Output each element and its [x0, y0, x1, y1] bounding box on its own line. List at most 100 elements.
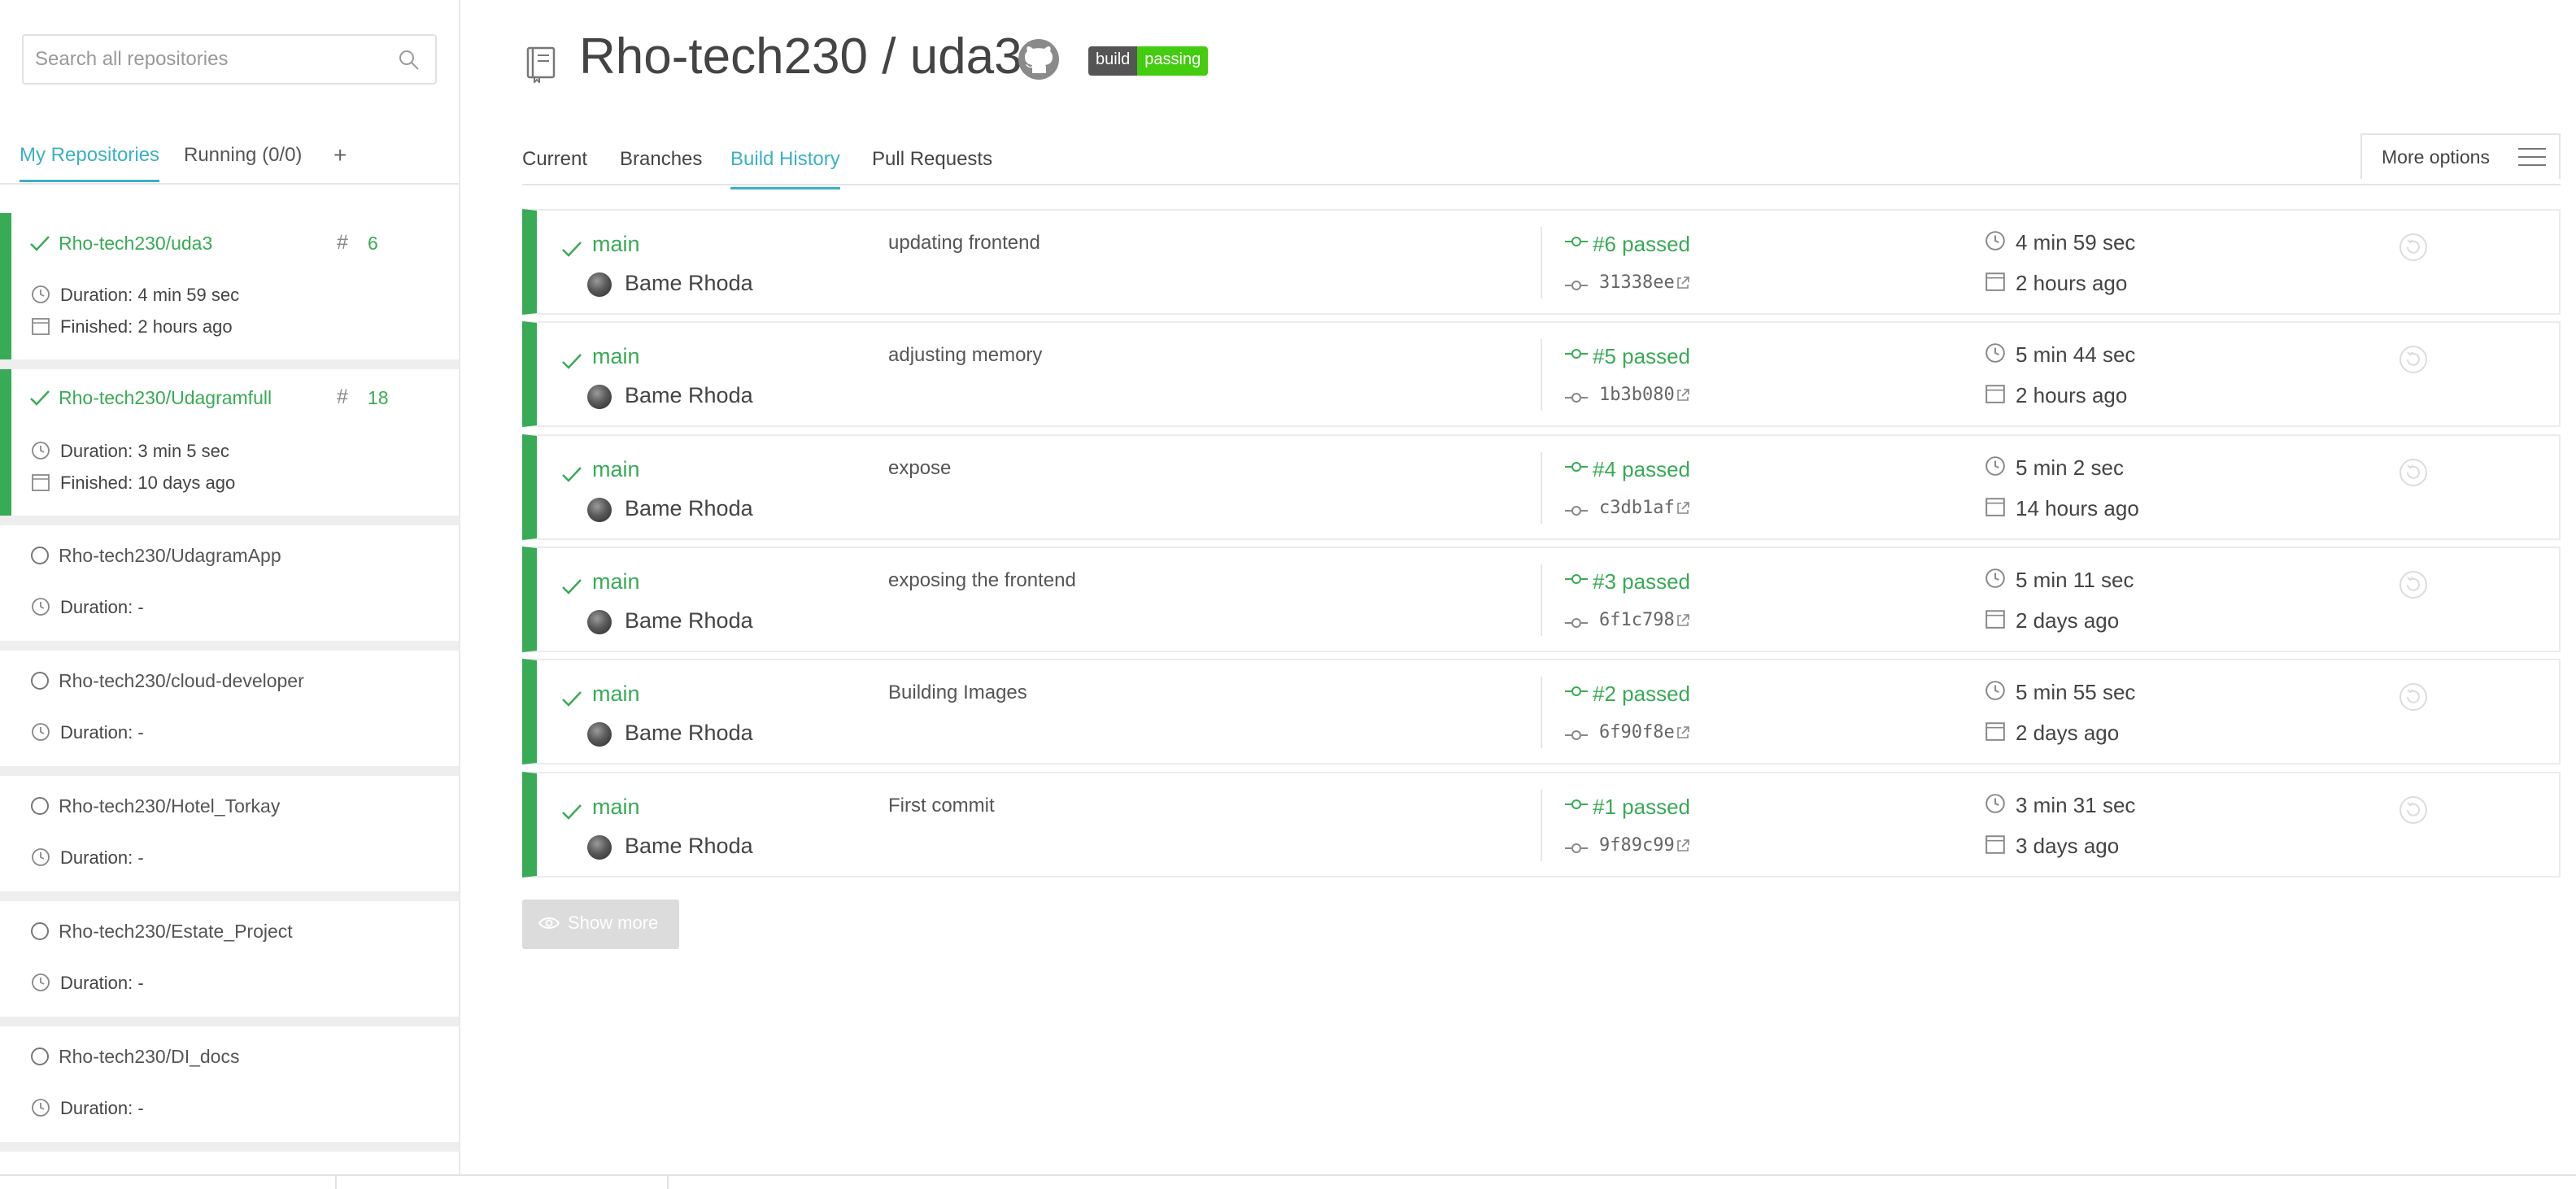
external-link-icon[interactable]	[1676, 725, 1690, 740]
repo-name[interactable]: Rho-tech230/Estate_Project	[59, 921, 293, 943]
tab-pull-requests[interactable]: Pull Requests	[872, 148, 992, 171]
branch-link[interactable]: main	[592, 682, 640, 707]
repo-item-hotel-torkay[interactable]: Rho-tech230/Hotel_Torkay Duration: -	[0, 776, 459, 891]
build-row[interactable]: main Bame Rhoda updating frontend #6 passed…	[522, 209, 2561, 315]
restart-build-icon[interactable]	[2398, 795, 2429, 825]
repo-name[interactable]: Rho-tech230/Hotel_Torkay	[59, 795, 280, 817]
repo-name[interactable]: Rho-tech230/cloud-developer	[59, 670, 304, 692]
commit-sha-link[interactable]: 6f90f8e	[1599, 722, 1675, 743]
hamburger-icon	[2518, 148, 2546, 172]
no-build-icon	[31, 1047, 49, 1065]
repo-item-udagramfull[interactable]: Rho-tech230/Udagramfull # 18 Duration: 3…	[0, 369, 459, 516]
branch-link[interactable]: main	[592, 795, 640, 820]
repo-item-di-docs[interactable]: Rho-tech230/DI_docs Duration: -	[0, 1026, 459, 1142]
commit-sha-link[interactable]: 31338ee	[1599, 272, 1675, 293]
check-icon	[562, 804, 582, 820]
search-icon[interactable]	[398, 49, 421, 72]
calendar-icon	[1985, 272, 2005, 291]
tab-build-history[interactable]: Build History	[730, 148, 840, 189]
build-row[interactable]: main Bame Rhoda adjusting memory #5 passed 1…	[522, 321, 2561, 427]
badge-label: build	[1088, 46, 1138, 76]
divider	[0, 766, 459, 776]
restart-build-icon[interactable]	[2398, 344, 2429, 375]
build-status-link[interactable]: #1 passed	[1593, 795, 1690, 820]
build-row[interactable]: main Bame Rhoda exposing the frontend #3 pa…	[522, 547, 2561, 652]
commit-author: Bame Rhoda	[625, 608, 753, 633]
restart-build-icon[interactable]	[2398, 682, 2429, 712]
branch-link[interactable]: main	[592, 569, 640, 594]
clock-icon	[1985, 794, 2005, 813]
build-row[interactable]: main Bame Rhoda expose #4 passed c3db1af 5 mi…	[522, 434, 2561, 540]
build-duration: 5 min 44 sec	[2016, 342, 2136, 367]
build-status-icon	[1565, 799, 1588, 809]
external-link-icon[interactable]	[1676, 838, 1690, 853]
clock-icon	[32, 1099, 50, 1117]
restart-build-icon[interactable]	[2398, 457, 2429, 488]
build-duration: 5 min 2 sec	[2016, 455, 2124, 480]
build-row[interactable]: main Bame Rhoda Building Images #2 passed 6f…	[522, 659, 2561, 764]
tab-my-repositories[interactable]: My Repositories	[20, 144, 160, 182]
avatar	[587, 272, 612, 297]
build-finished: 2 hours ago	[2016, 271, 2128, 295]
build-finished: 3 days ago	[2016, 834, 2120, 858]
branch-link[interactable]: main	[592, 232, 640, 257]
build-number[interactable]: 18	[368, 387, 389, 409]
repo-duration: Duration: -	[60, 722, 144, 743]
calendar-icon	[1985, 498, 2005, 516]
build-status-badge[interactable]: build passing	[1088, 46, 1209, 76]
external-link-icon[interactable]	[1676, 388, 1690, 403]
tab-running[interactable]: Running (0/0)	[184, 144, 302, 167]
external-link-icon[interactable]	[1676, 613, 1690, 628]
avatar	[587, 722, 612, 747]
restart-build-icon[interactable]	[2398, 569, 2429, 600]
repo-duration: Duration: 3 min 5 sec	[60, 441, 229, 461]
tab-branches[interactable]: Branches	[620, 148, 702, 171]
branch-link[interactable]: main	[592, 457, 640, 482]
build-status-link[interactable]: #2 passed	[1593, 682, 1690, 707]
commit-sha-link[interactable]: 1b3b080	[1599, 385, 1675, 405]
repo-name[interactable]: Rho-tech230/Udagramfull	[59, 387, 272, 409]
footer-divider	[335, 1176, 337, 1189]
branch-link[interactable]: main	[592, 344, 640, 369]
add-repository-button[interactable]: +	[333, 142, 347, 168]
external-link-icon[interactable]	[1676, 276, 1690, 290]
more-options-button[interactable]: More options	[2360, 133, 2561, 179]
clock-icon	[1985, 681, 2005, 700]
commit-icon	[1565, 281, 1588, 290]
divider	[1541, 564, 1542, 636]
external-link-icon[interactable]	[1676, 501, 1690, 516]
divider	[1541, 227, 1542, 298]
repo-finished: Finished: 2 hours ago	[60, 316, 233, 337]
build-status-link[interactable]: #4 passed	[1593, 457, 1690, 482]
repo-name[interactable]: Rho-tech230/DI_docs	[59, 1046, 239, 1068]
build-row[interactable]: main Bame Rhoda First commit #1 passed 9f89c…	[522, 772, 2561, 878]
build-status-link[interactable]: #6 passed	[1593, 232, 1690, 257]
restart-build-icon[interactable]	[2398, 232, 2429, 263]
build-status-link[interactable]: #5 passed	[1593, 344, 1690, 369]
build-finished: 14 hours ago	[2016, 496, 2139, 520]
build-status-link[interactable]: #3 passed	[1593, 569, 1690, 594]
repo-name[interactable]: Rho-tech230/UdagramApp	[59, 545, 281, 567]
repo-name[interactable]: Rho-tech230/uda3	[59, 233, 212, 255]
github-icon[interactable]	[1017, 37, 1061, 81]
repo-item-cloud-developer[interactable]: Rho-tech230/cloud-developer Duration: -	[0, 651, 459, 766]
commit-sha-link[interactable]: c3db1af	[1599, 498, 1675, 518]
repo-duration: Duration: -	[60, 597, 144, 617]
hash-icon: #	[337, 231, 348, 254]
repo-item-uda3[interactable]: Rho-tech230/uda3 # 6 Duration: 4 min 59 …	[0, 213, 459, 359]
build-status-icon	[1565, 349, 1588, 359]
tab-current[interactable]: Current	[522, 148, 587, 171]
calendar-icon	[32, 318, 50, 335]
commit-sha-link[interactable]: 6f1c798	[1599, 610, 1675, 630]
commit-icon	[1565, 506, 1588, 516]
badge-status: passing	[1137, 46, 1209, 76]
build-number[interactable]: 6	[368, 233, 378, 255]
search-input[interactable]	[24, 36, 381, 83]
show-more-button[interactable]: Show more	[522, 899, 679, 949]
commit-message: adjusting memory	[888, 344, 1043, 366]
build-status-icon	[1565, 237, 1588, 246]
commit-sha-link[interactable]: 9f89c99	[1599, 835, 1675, 856]
commit-icon	[1565, 843, 1588, 853]
repo-item-udagramapp[interactable]: Rho-tech230/UdagramApp Duration: -	[0, 525, 459, 641]
repo-item-estate-project[interactable]: Rho-tech230/Estate_Project Duration: -	[0, 901, 459, 1017]
